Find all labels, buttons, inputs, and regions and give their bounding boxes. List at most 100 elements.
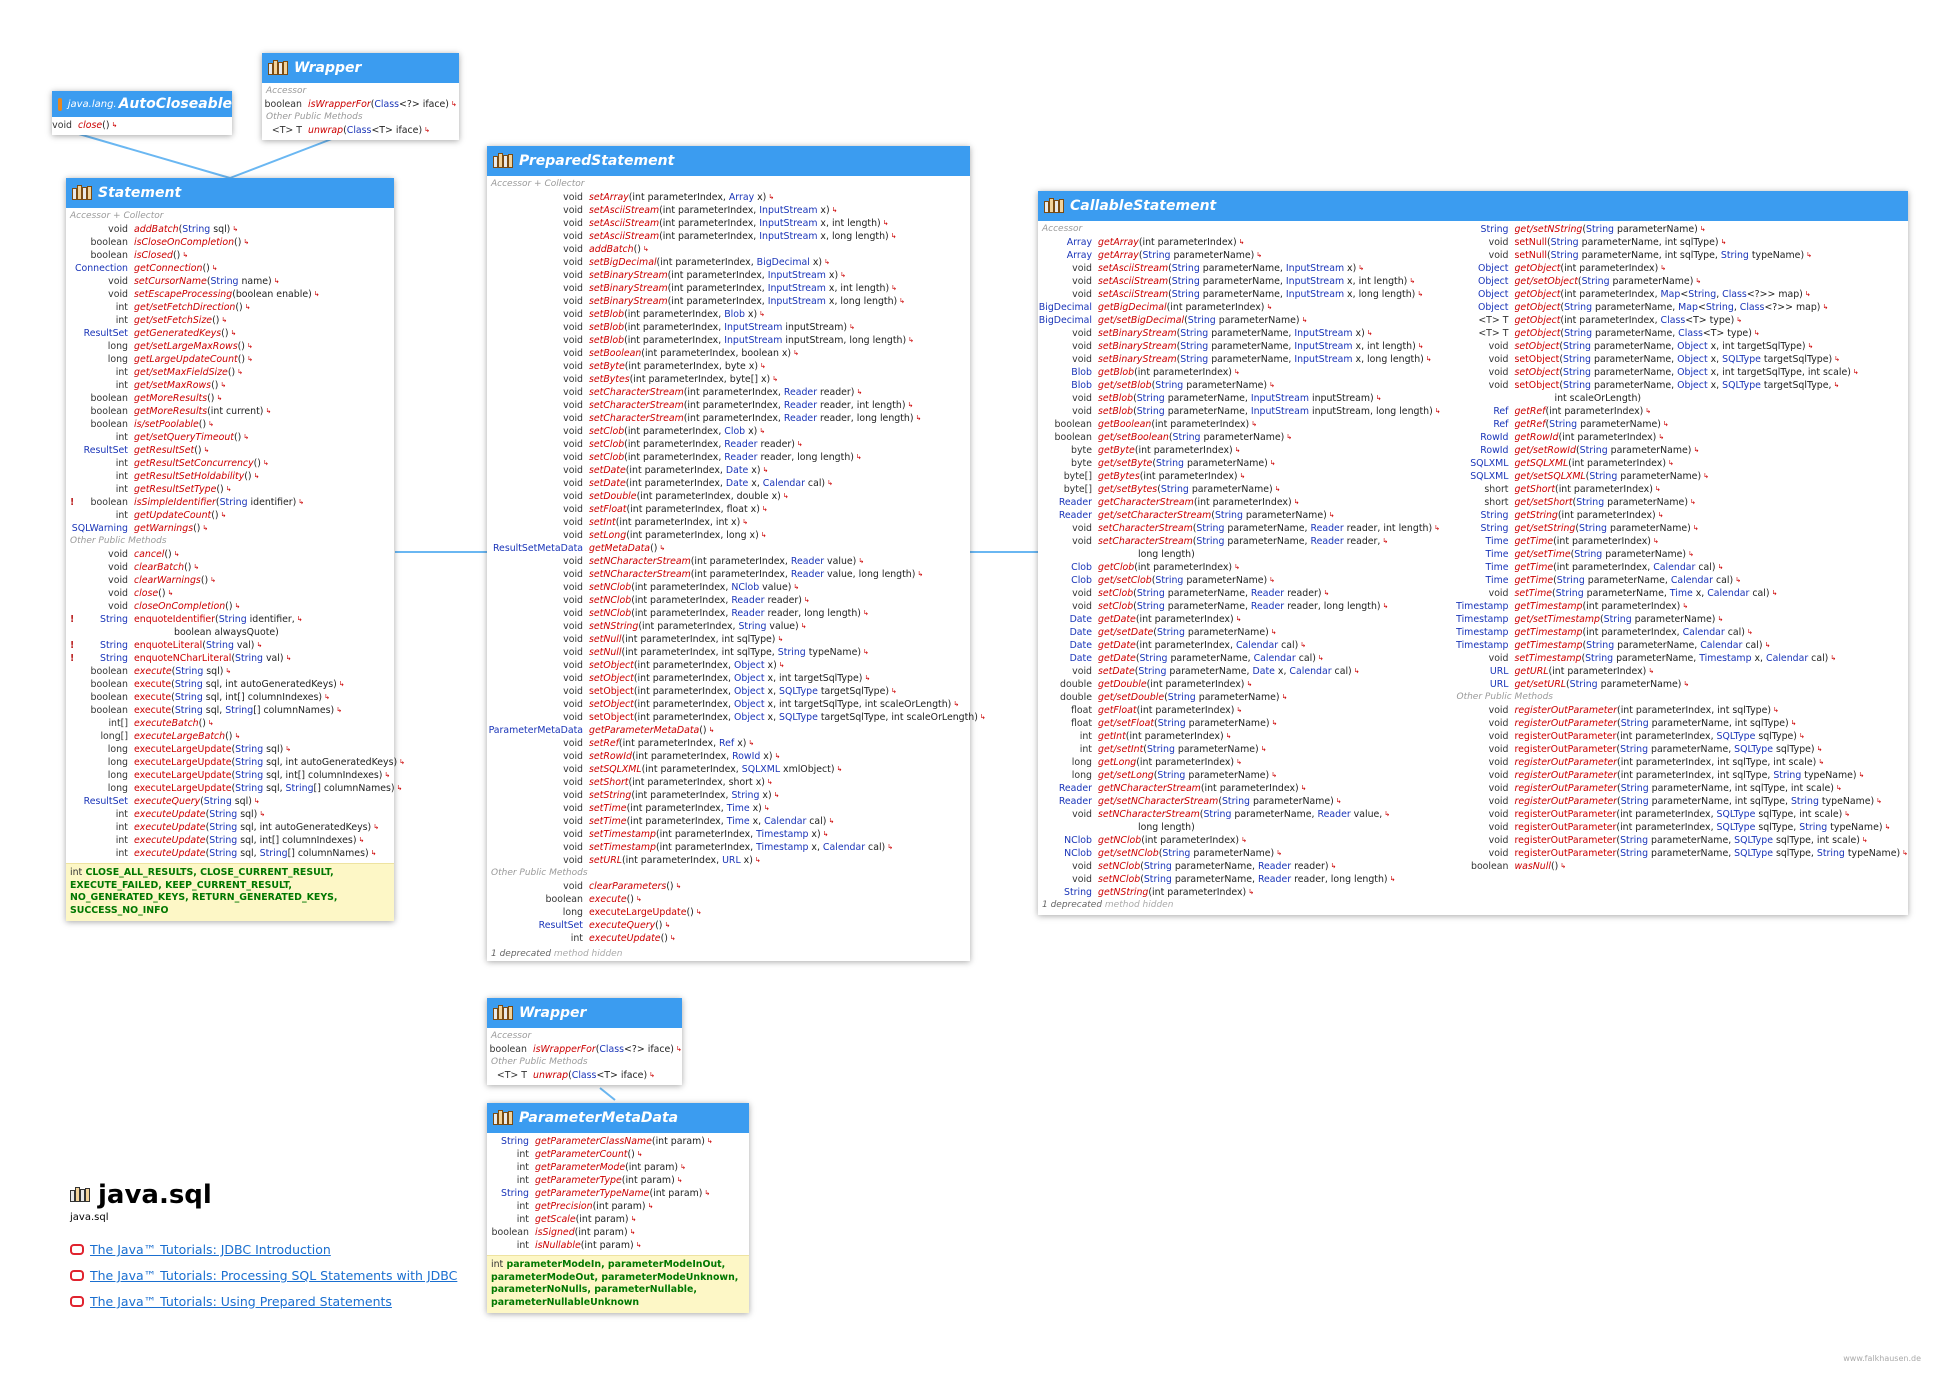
method-row[interactable]: Timestamp getTimestamp (int parameterInde… bbox=[1452, 600, 1908, 613]
method-row[interactable]: void setEscapeProcessing (boolean enable)… bbox=[66, 288, 394, 301]
method-row[interactable]: Reader getCharacterStream (int parameterI… bbox=[1038, 496, 1452, 509]
method-row[interactable]: void close () ↳ bbox=[52, 119, 232, 132]
method-row[interactable]: int get/setMaxRows () ↳ bbox=[66, 379, 394, 392]
method-row[interactable]: int getParameterCount () ↳ bbox=[487, 1148, 749, 1161]
method-row[interactable]: void setNull (int parameterIndex, int sql… bbox=[487, 646, 970, 659]
method-row[interactable]: <T> Tunwrap (Class<T> iface) ↳ bbox=[262, 124, 459, 137]
method-row[interactable]: void setTime (int parameterIndex, Time x,… bbox=[487, 815, 970, 828]
autocloseable-header[interactable]: java.lang. AutoCloseable bbox=[52, 91, 232, 117]
method-row[interactable]: ResultSet executeQuery () ↳ bbox=[487, 919, 970, 932]
method-row[interactable]: Object getObject (int parameterIndex, Map… bbox=[1452, 288, 1908, 301]
method-row[interactable]: Time getTime (String parameterName, Calen… bbox=[1452, 574, 1908, 587]
method-row[interactable]: boolean execute (String sql, String[] col… bbox=[66, 704, 394, 717]
method-row[interactable]: void setBlob (int parameterIndex, Blob x)… bbox=[487, 308, 970, 321]
method-row[interactable]: void registerOutParameter (int parameterI… bbox=[1452, 756, 1908, 769]
method-row[interactable]: boolean isSigned (int param) ↳ bbox=[487, 1226, 749, 1239]
method-row[interactable]: float getFloat (int parameterIndex) ↳ bbox=[1038, 704, 1452, 717]
method-row[interactable]: Time getTime (int parameterIndex) ↳ bbox=[1452, 535, 1908, 548]
method-row[interactable]: int getResultSetHoldability () ↳ bbox=[66, 470, 394, 483]
method-row[interactable]: Clob getClob (int parameterIndex) ↳ bbox=[1038, 561, 1452, 574]
method-row[interactable]: void setBoolean (int parameterIndex, bool… bbox=[487, 347, 970, 360]
method-row[interactable]: void setCursorName (String name) ↳ bbox=[66, 275, 394, 288]
method-row[interactable]: boolean get/setBoolean (String parameterN… bbox=[1038, 431, 1452, 444]
method-row[interactable]: Timestamp getTimestamp (String parameterN… bbox=[1452, 639, 1908, 652]
method-row[interactable]: void setClob (int parameterIndex, Reader … bbox=[487, 451, 970, 464]
method-row[interactable]: short getShort (int parameterIndex) ↳ bbox=[1452, 483, 1908, 496]
method-row[interactable]: String getParameterTypeName (int param) ↳ bbox=[487, 1187, 749, 1200]
method-row[interactable]: short get/setShort (String parameterName)… bbox=[1452, 496, 1908, 509]
method-row[interactable]: void setDouble (int parameterIndex, doubl… bbox=[487, 490, 970, 503]
method-row[interactable]: void clearWarnings () ↳ bbox=[66, 574, 394, 587]
method-row[interactable]: Time getTime (int parameterIndex, Calenda… bbox=[1452, 561, 1908, 574]
method-row[interactable]: void setBlob (String parameterName, Input… bbox=[1038, 405, 1452, 418]
method-row[interactable]: void setCharacterStream (int parameterInd… bbox=[487, 399, 970, 412]
method-row[interactable]: long length) bbox=[1038, 821, 1452, 834]
method-row[interactable]: void cancel () ↳ bbox=[66, 548, 394, 561]
method-row[interactable]: int getParameterType (int param) ↳ bbox=[487, 1174, 749, 1187]
method-row[interactable]: void setString (int parameterIndex, Strin… bbox=[487, 789, 970, 802]
method-row[interactable]: BigDecimal get/setBigDecimal (String para… bbox=[1038, 314, 1452, 327]
method-row[interactable]: boolean execute (String sql, int[] column… bbox=[66, 691, 394, 704]
method-row[interactable]: Reader getNCharacterStream (int parameter… bbox=[1038, 782, 1452, 795]
method-row[interactable]: long[] executeLargeBatch () ↳ bbox=[66, 730, 394, 743]
method-row[interactable]: int executeUpdate (String sql, int[] colu… bbox=[66, 834, 394, 847]
statement-header[interactable]: Statement bbox=[66, 178, 394, 208]
method-row[interactable]: void setObject (int parameterIndex, Objec… bbox=[487, 698, 970, 711]
method-row[interactable]: void setTimestamp (String parameterName, … bbox=[1452, 652, 1908, 665]
method-row[interactable]: void setRef (int parameterIndex, Ref x) ↳ bbox=[487, 737, 970, 750]
method-row[interactable]: int getResultSetType () ↳ bbox=[66, 483, 394, 496]
method-row[interactable]: <T> TgetObject (int parameterIndex, Clas… bbox=[1452, 314, 1908, 327]
method-row[interactable]: Blob getBlob (int parameterIndex) ↳ bbox=[1038, 366, 1452, 379]
method-row[interactable]: void setObject (String parameterName, Obj… bbox=[1452, 366, 1908, 379]
method-row[interactable]: void setObject (String parameterName, Obj… bbox=[1452, 340, 1908, 353]
method-row[interactable]: void registerOutParameter (int parameterI… bbox=[1452, 730, 1908, 743]
method-row[interactable]: Array getArray (String parameterName) ↳ bbox=[1038, 249, 1452, 262]
method-row[interactable]: byte getByte (int parameterIndex) ↳ bbox=[1038, 444, 1452, 457]
method-row[interactable]: boolean getBoolean (int parameterIndex) ↳ bbox=[1038, 418, 1452, 431]
method-row[interactable]: Clob get/setClob (String parameterName) ↳ bbox=[1038, 574, 1452, 587]
method-row[interactable]: double get/setDouble (String parameterNam… bbox=[1038, 691, 1452, 704]
method-row[interactable]: ResultSetMetaData getMetaData () ↳ bbox=[487, 542, 970, 555]
method-row[interactable]: int executeUpdate (String sql, String[] c… bbox=[66, 847, 394, 860]
method-row[interactable]: int executeUpdate (String sql) ↳ bbox=[66, 808, 394, 821]
method-row[interactable]: void setNull (String parameterName, int s… bbox=[1452, 236, 1908, 249]
method-row[interactable]: void setTime (String parameterName, Time … bbox=[1452, 587, 1908, 600]
method-row[interactable]: int get/setInt (String parameterName) ↳ bbox=[1038, 743, 1452, 756]
method-row[interactable]: void registerOutParameter (int parameterI… bbox=[1452, 704, 1908, 717]
method-row[interactable]: void registerOutParameter (int parameterI… bbox=[1452, 821, 1908, 834]
method-row[interactable]: RowId get/setRowId (String parameterName)… bbox=[1452, 444, 1908, 457]
method-row[interactable]: ! String enquoteLiteral (String val) ↳ bbox=[66, 639, 394, 652]
method-row[interactable]: URL getURL (int parameterIndex) ↳ bbox=[1452, 665, 1908, 678]
method-row[interactable]: <T> TgetObject (String parameterName, Cl… bbox=[1452, 327, 1908, 340]
wrapper-header[interactable]: Wrapper bbox=[262, 53, 459, 83]
method-row[interactable]: void setAsciiStream (int parameterIndex, … bbox=[487, 230, 970, 243]
method-row[interactable]: void clearBatch () ↳ bbox=[66, 561, 394, 574]
method-row[interactable]: int get/setFetchSize () ↳ bbox=[66, 314, 394, 327]
method-row[interactable]: int getUpdateCount () ↳ bbox=[66, 509, 394, 522]
method-row[interactable]: URL get/setURL (String parameterName) ↳ bbox=[1452, 678, 1908, 691]
method-row[interactable]: NClob getNClob (int parameterIndex) ↳ bbox=[1038, 834, 1452, 847]
method-row[interactable]: SQLXML get/setSQLXML (String parameterNam… bbox=[1452, 470, 1908, 483]
tutorial-link-processing-sql[interactable]: The Java™ Tutorials: Processing SQL Stat… bbox=[70, 1268, 457, 1283]
method-row[interactable]: String getParameterClassName (int param) ↳ bbox=[487, 1135, 749, 1148]
method-row[interactable]: void setAsciiStream (String parameterName… bbox=[1038, 262, 1452, 275]
method-row[interactable]: int[] executeBatch () ↳ bbox=[66, 717, 394, 730]
method-row[interactable]: Timestamp get/setTimestamp (String parame… bbox=[1452, 613, 1908, 626]
method-row[interactable]: long executeLargeUpdate (String sql, int … bbox=[66, 756, 405, 769]
method-row[interactable]: String getNString (int parameterIndex) ↳ bbox=[1038, 886, 1452, 899]
method-row[interactable]: int getPrecision (int param) ↳ bbox=[487, 1200, 749, 1213]
method-row[interactable]: void setTimestamp (int parameterIndex, Ti… bbox=[487, 841, 970, 854]
method-row[interactable]: void setNClob (String parameterName, Read… bbox=[1038, 873, 1452, 886]
method-row[interactable]: int get/setQueryTimeout () ↳ bbox=[66, 431, 394, 444]
method-row[interactable]: Reader get/setNCharacterStream (String pa… bbox=[1038, 795, 1452, 808]
method-row[interactable]: <T> Tunwrap (Class<T> iface) ↳ bbox=[487, 1069, 682, 1082]
method-row[interactable]: ! String enquoteIdentifier (String identif… bbox=[66, 613, 394, 626]
method-row[interactable]: void setAsciiStream (String parameterName… bbox=[1038, 288, 1452, 301]
method-row[interactable]: void setByte (int parameterIndex, byte x)… bbox=[487, 360, 970, 373]
method-row[interactable]: BigDecimal getBigDecimal (int parameterIn… bbox=[1038, 301, 1452, 314]
method-row[interactable]: void setCharacterStream (String parameter… bbox=[1038, 522, 1452, 535]
method-row[interactable]: SQLXML getSQLXML (int parameterIndex) ↳ bbox=[1452, 457, 1908, 470]
method-row[interactable]: void setBlob (int parameterIndex, InputSt… bbox=[487, 321, 970, 334]
method-row[interactable]: void setBinaryStream (String parameterNam… bbox=[1038, 353, 1452, 366]
method-row[interactable]: void setObject (int parameterIndex, Objec… bbox=[487, 672, 970, 685]
